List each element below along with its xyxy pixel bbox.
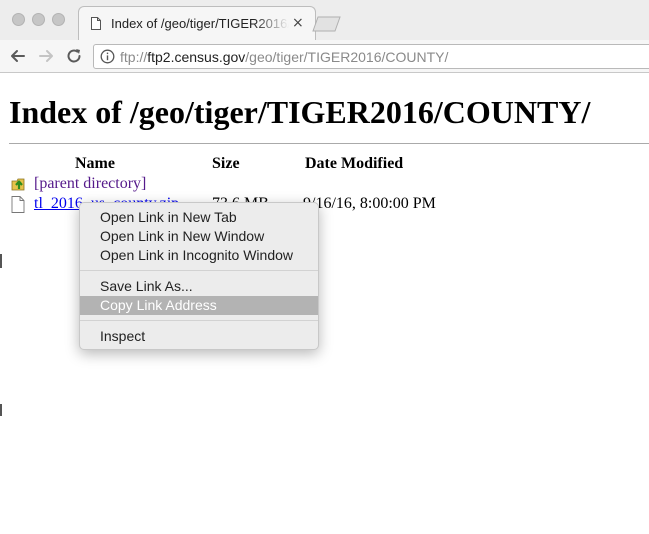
- page-title: Index of /geo/tiger/TIGER2016/COUNTY/: [9, 94, 591, 130]
- column-header-name[interactable]: Name: [75, 154, 115, 174]
- forward-arrow-icon[interactable]: [37, 47, 55, 65]
- menu-item-copy-link[interactable]: Copy Link Address: [80, 296, 318, 315]
- menu-item-inspect[interactable]: Inspect: [80, 327, 318, 346]
- parent-directory-link[interactable]: [parent directory]: [34, 174, 146, 194]
- url-text[interactable]: ftp://ftp2.census.gov/geo/tiger/TIGER201…: [120, 48, 448, 66]
- column-header-date[interactable]: Date Modified: [305, 154, 403, 174]
- url-path: /geo/tiger/TIGER2016/COUNTY/: [245, 49, 449, 65]
- browser-tab[interactable]: Index of /geo/tiger/TIGER2016/COUNTY/ ×: [78, 6, 316, 41]
- context-menu: Open Link in New Tab Open Link in New Wi…: [79, 202, 319, 350]
- file-date: 9/16/16, 8:00:00 PM: [303, 195, 436, 212]
- folder-up-icon: [11, 178, 25, 191]
- menu-item-open-new-tab[interactable]: Open Link in New Tab: [80, 208, 318, 227]
- file-icon: [11, 196, 25, 213]
- document-icon: [91, 17, 101, 30]
- browser-chrome: Index of /geo/tiger/TIGER2016/COUNTY/ × …: [0, 0, 649, 73]
- menu-item-open-incognito[interactable]: Open Link in Incognito Window: [80, 246, 318, 265]
- menu-separator: [80, 270, 318, 271]
- tab-close-button[interactable]: ×: [292, 15, 304, 31]
- close-window-button[interactable]: [12, 13, 25, 26]
- tab-title: Index of /geo/tiger/TIGER2016/COUNTY/: [111, 16, 289, 31]
- menu-separator: [80, 320, 318, 321]
- info-icon[interactable]: [100, 49, 115, 64]
- back-arrow-icon[interactable]: [9, 47, 27, 65]
- url-scheme: ftp://: [120, 49, 148, 65]
- url-host: ftp2.census.gov: [147, 49, 246, 65]
- column-header-size[interactable]: Size: [212, 154, 240, 174]
- list-item: [parent directory]: [0, 174, 649, 194]
- window-edge: [0, 254, 2, 268]
- reload-icon[interactable]: [65, 47, 83, 65]
- zoom-window-button[interactable]: [52, 13, 65, 26]
- divider: [9, 143, 649, 144]
- menu-item-save-link[interactable]: Save Link As...: [80, 277, 318, 296]
- address-bar[interactable]: ftp://ftp2.census.gov/geo/tiger/TIGER201…: [93, 44, 649, 69]
- menu-item-open-new-window[interactable]: Open Link in New Window: [80, 227, 318, 246]
- new-tab-button[interactable]: [312, 16, 342, 32]
- minimize-window-button[interactable]: [32, 13, 45, 26]
- window-edge: [0, 404, 2, 416]
